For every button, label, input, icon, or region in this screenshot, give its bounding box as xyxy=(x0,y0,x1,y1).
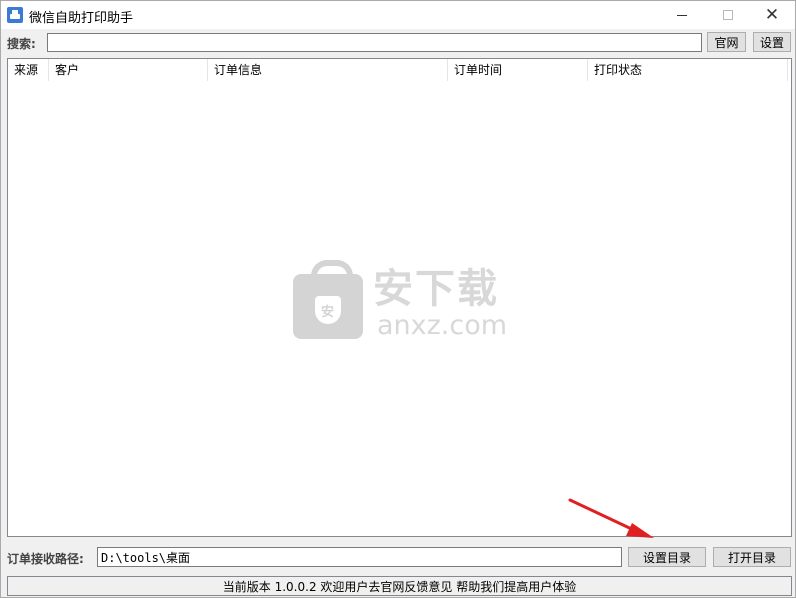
column-header-order-time[interactable]: 订单时间 xyxy=(448,59,588,81)
app-window: 微信自助打印助手 ✕ 搜索: 官网 设置 来源 客户 订单信息 订单时间 打印状… xyxy=(0,0,796,598)
column-header-print-status[interactable]: 打印状态 xyxy=(588,59,788,81)
shield-icon xyxy=(315,296,341,324)
status-text: 当前版本 1.0.0.2 欢迎用户去官网反馈意见 帮助我们提高用户体验 xyxy=(222,579,577,594)
order-path-input[interactable] xyxy=(97,547,622,567)
column-header-source[interactable]: 来源 xyxy=(8,59,49,81)
set-directory-button[interactable]: 设置目录 xyxy=(628,547,706,567)
settings-button[interactable]: 设置 xyxy=(753,32,791,52)
red-arrow-icon xyxy=(568,498,654,538)
watermark-en: anxz.com xyxy=(377,310,508,341)
printer-icon xyxy=(7,7,23,23)
bag-logo-icon xyxy=(293,260,363,339)
column-header-order-info[interactable]: 订单信息 xyxy=(208,59,448,81)
maximize-icon xyxy=(723,10,733,20)
maximize-button[interactable] xyxy=(705,1,751,29)
watermark-cn: 安下载 xyxy=(373,266,499,312)
close-button[interactable]: ✕ xyxy=(749,1,795,29)
official-site-button[interactable]: 官网 xyxy=(707,32,746,52)
minimize-icon xyxy=(677,14,687,16)
open-directory-button[interactable]: 打开目录 xyxy=(713,547,791,567)
window-title: 微信自助打印助手 xyxy=(29,11,134,26)
status-bar: 当前版本 1.0.0.2 欢迎用户去官网反馈意见 帮助我们提高用户体验 xyxy=(7,576,792,596)
search-input[interactable] xyxy=(47,33,702,52)
orders-list[interactable]: 来源 客户 订单信息 订单时间 打印状态 安下载 anxz.com xyxy=(7,58,792,537)
watermark: 安下载 anxz.com xyxy=(293,259,523,344)
path-label: 订单接收路径: xyxy=(7,552,84,566)
minimize-button[interactable] xyxy=(659,1,705,29)
list-header: 来源 客户 订单信息 订单时间 打印状态 xyxy=(8,59,791,81)
search-label: 搜索: xyxy=(7,37,36,51)
column-header-customer[interactable]: 客户 xyxy=(49,59,208,81)
close-icon: ✕ xyxy=(764,5,780,25)
title-bar[interactable]: 微信自助打印助手 ✕ xyxy=(1,1,795,29)
